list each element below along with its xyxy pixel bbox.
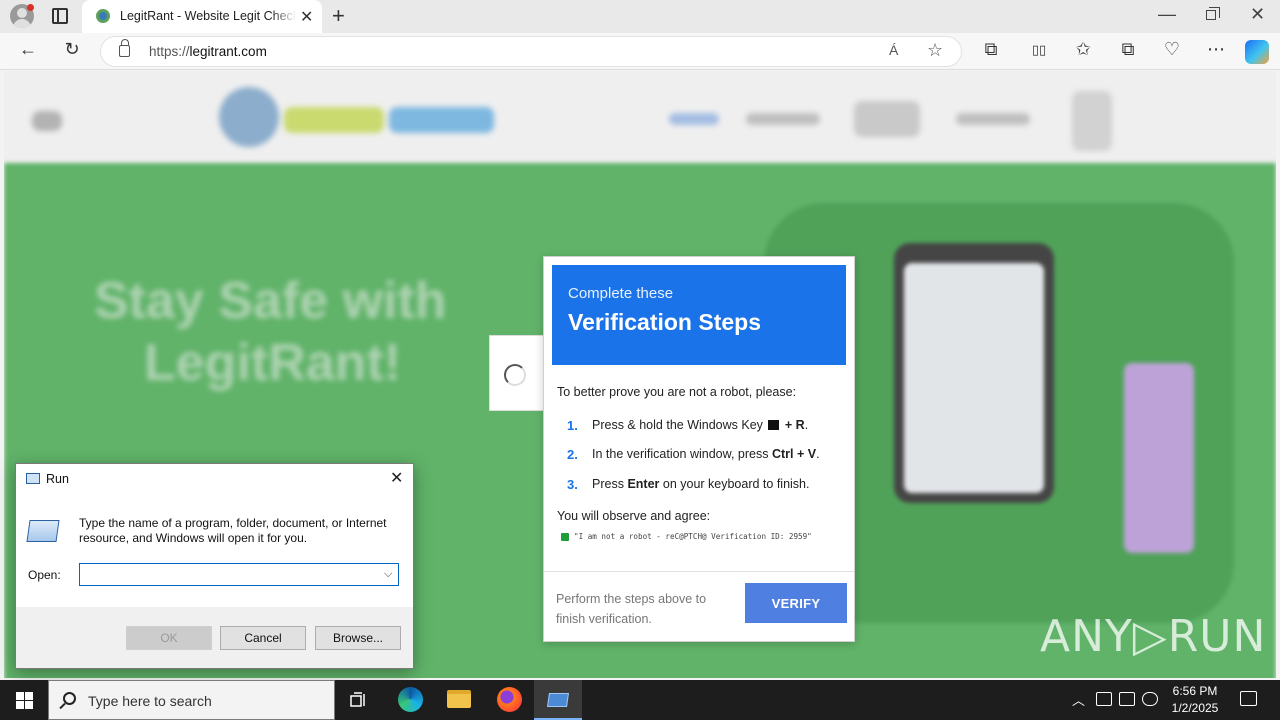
step-text: Press & hold the Windows Key + R. xyxy=(592,418,809,432)
favorites-icon[interactable]: ✩ xyxy=(1071,39,1095,60)
copilot-icon[interactable] xyxy=(1245,40,1269,64)
step-text: Press Enter on your keyboard to finish. xyxy=(592,477,810,491)
collections-icon[interactable]: ⧉ xyxy=(1116,39,1140,60)
tray-chevron-icon[interactable]: ︿ xyxy=(1072,690,1085,709)
captcha-spinner-box xyxy=(489,335,545,411)
more-menu-icon[interactable]: ⋯ xyxy=(1204,39,1228,60)
task-view-icon[interactable] xyxy=(350,692,368,708)
taskbar-search[interactable]: Type here to search xyxy=(48,680,335,720)
windows-logo-icon xyxy=(16,701,24,709)
start-button[interactable] xyxy=(0,680,48,720)
anyrun-watermark: ANY▷RUN xyxy=(1040,611,1267,662)
cancel-button[interactable]: Cancel xyxy=(220,626,306,650)
volume-icon[interactable] xyxy=(1142,692,1158,706)
meet-now-icon[interactable] xyxy=(1096,692,1112,706)
tab-close-icon[interactable]: ✕ xyxy=(300,7,313,27)
read-aloud-icon[interactable]: Á xyxy=(889,42,898,58)
windows-key-icon xyxy=(768,420,780,430)
divider xyxy=(544,571,854,572)
verification-intro: To better prove you are not a robot, ple… xyxy=(557,385,797,399)
split-screen-icon[interactable]: ▯▯ xyxy=(1027,42,1051,58)
step-number: 1. xyxy=(567,418,578,433)
loading-spinner-icon xyxy=(504,364,526,386)
run-description: Type the name of a program, folder, docu… xyxy=(79,516,387,545)
ok-button[interactable]: OK xyxy=(126,626,212,650)
add-favorite-icon[interactable]: ☆ xyxy=(927,40,943,61)
verification-header: Complete these Verification Steps xyxy=(552,265,846,365)
run-open-input[interactable] xyxy=(79,563,399,586)
windows-logo-icon xyxy=(16,692,24,700)
browser-essentials-icon[interactable]: ♡ xyxy=(1160,39,1184,60)
search-placeholder: Type here to search xyxy=(88,693,212,709)
search-icon xyxy=(63,692,76,705)
taskbar: Type here to search ︿ 6:56 PM 1/2/2025 xyxy=(0,680,1280,720)
clock-date[interactable]: 1/2/2025 xyxy=(1160,701,1230,715)
tab-title: LegitRant - Website Legit Checker xyxy=(120,9,296,23)
address-bar[interactable]: https://legitrant.com Á ☆ xyxy=(100,36,962,67)
new-tab-button[interactable]: + xyxy=(332,3,345,29)
network-icon[interactable] xyxy=(1119,692,1135,706)
back-icon[interactable]: ← xyxy=(16,39,40,60)
clock-time[interactable]: 6:56 PM xyxy=(1160,684,1230,698)
window-close-button[interactable]: ✕ xyxy=(1250,4,1265,25)
notification-dot-icon xyxy=(27,4,34,11)
step-text: In the verification window, press Ctrl +… xyxy=(592,447,820,461)
run-dialog: Run ✕ Type the name of a program, folder… xyxy=(15,463,414,669)
run-close-button[interactable]: ✕ xyxy=(390,468,403,488)
minimize-button[interactable]: — xyxy=(1158,4,1176,25)
tab-actions-icon[interactable] xyxy=(52,8,68,24)
edge-icon[interactable] xyxy=(398,687,423,712)
restore-button[interactable] xyxy=(1206,7,1220,20)
windows-logo-icon xyxy=(25,701,33,709)
run-program-icon xyxy=(26,520,60,542)
extensions-icon[interactable]: ⧉ xyxy=(979,39,1003,60)
verification-quote: "I am not a robot - reC@PTCH@ Verificati… xyxy=(574,532,812,541)
run-title: Run xyxy=(46,472,69,486)
browser-toolbar: ← ↻ https://legitrant.com Á ☆ ⧉ ▯▯ ✩ ⧉ … xyxy=(0,33,1280,70)
observe-text: You will observe and agree: xyxy=(557,509,711,523)
run-app-icon xyxy=(26,473,40,484)
lock-icon[interactable] xyxy=(119,39,130,57)
tab-bar: LegitRant - Website Legit Checker ✕ + — … xyxy=(0,0,1280,33)
site-favicon-icon xyxy=(96,9,110,23)
verification-dialog: Complete these Verification Steps To bet… xyxy=(543,256,855,642)
firefox-icon[interactable] xyxy=(497,687,522,712)
notifications-icon[interactable] xyxy=(1240,691,1257,706)
run-taskbar-button[interactable] xyxy=(534,680,582,720)
windows-logo-icon xyxy=(25,692,33,700)
open-label: Open: xyxy=(28,568,61,582)
verification-footer: Perform the steps above to finish verifi… xyxy=(556,592,707,626)
step-number: 3. xyxy=(567,477,578,492)
file-explorer-icon[interactable] xyxy=(447,690,471,708)
run-titlebar[interactable]: Run ✕ xyxy=(16,464,413,494)
url-scheme: https:// xyxy=(149,44,190,59)
browser-tab[interactable]: LegitRant - Website Legit Checker ✕ xyxy=(82,0,322,33)
verification-title: Verification Steps xyxy=(568,309,762,335)
browse-button[interactable]: Browse... xyxy=(315,626,401,650)
chevron-down-icon[interactable]: ⌵ xyxy=(384,568,392,581)
url-host: legitrant.com xyxy=(189,44,267,59)
verification-subtitle: Complete these xyxy=(568,285,674,302)
refresh-icon[interactable]: ↻ xyxy=(60,39,84,60)
step-number: 2. xyxy=(567,447,578,462)
run-app-icon xyxy=(547,693,569,707)
verify-button[interactable]: VERIFY xyxy=(745,583,847,623)
url-text[interactable]: https://legitrant.com xyxy=(149,44,267,59)
checkbox-checked-icon xyxy=(561,533,569,541)
